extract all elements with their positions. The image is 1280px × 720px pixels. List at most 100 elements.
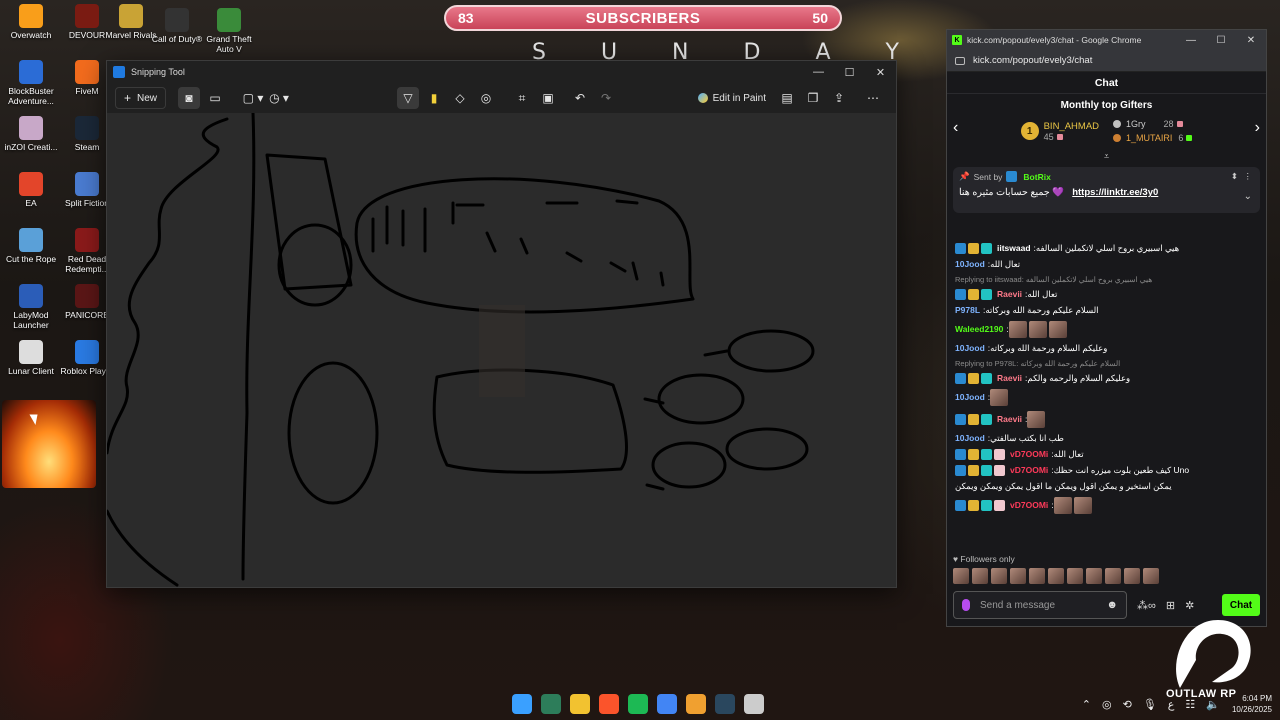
points-icon[interactable]: ⁂∞ bbox=[1137, 599, 1156, 612]
snipping-tool-icon[interactable] bbox=[744, 694, 764, 714]
chat-message[interactable]: vD7OOMi: bbox=[955, 497, 1258, 514]
chat-message[interactable]: 10Jood: تعال الله bbox=[955, 259, 1258, 270]
chevron-left-icon[interactable]: ‹ bbox=[953, 119, 958, 137]
site-info-icon[interactable] bbox=[955, 56, 965, 65]
message-input[interactable]: Send a message ☻ bbox=[953, 591, 1127, 619]
chat-username[interactable]: Raevii bbox=[997, 373, 1022, 384]
chat-username[interactable]: Raevii bbox=[997, 289, 1022, 300]
highlighter-button[interactable]: ▮ bbox=[423, 87, 445, 109]
chat-username[interactable]: iitswaad bbox=[997, 243, 1031, 254]
windows-start-icon[interactable] bbox=[512, 694, 532, 714]
brave-icon[interactable] bbox=[599, 694, 619, 714]
chevron-down-icon[interactable]: ⌄ bbox=[1244, 191, 1252, 202]
sync-icon[interactable]: ⟲ bbox=[1123, 698, 1132, 711]
chat-message[interactable]: P978L: السلام عليكم ورحمة الله وبركاته bbox=[955, 305, 1258, 316]
terminal-icon[interactable] bbox=[541, 694, 561, 714]
chat-message[interactable]: يمكن استخير و يمكن اقول ويمكن ما اقول يم… bbox=[955, 481, 1258, 492]
desktop-icon[interactable]: Call of Duty® bbox=[150, 8, 204, 44]
volume-icon[interactable]: 🔈 bbox=[1206, 698, 1220, 711]
quick-emote[interactable] bbox=[1143, 568, 1159, 584]
chat-username[interactable]: 10Jood bbox=[955, 259, 985, 270]
clock[interactable]: 6:04 PM 10/26/2025 bbox=[1232, 693, 1272, 715]
chat-username[interactable]: 10Jood bbox=[955, 392, 985, 403]
minimize-button[interactable]: — bbox=[803, 66, 834, 79]
network-icon[interactable]: ☷ bbox=[1185, 698, 1195, 711]
record-mode-button[interactable]: ▭ bbox=[204, 87, 226, 109]
reply-context[interactable]: Replying to P978L: السلام عليكم ورحمة ال… bbox=[955, 359, 1258, 368]
quick-emote[interactable] bbox=[1010, 568, 1026, 584]
chat-username[interactable]: vD7OOMi bbox=[1010, 449, 1048, 460]
maximize-button[interactable]: ☐ bbox=[834, 66, 865, 79]
emoji-icon[interactable]: ☻ bbox=[1106, 599, 1118, 611]
chat-message[interactable]: Waleed2190: bbox=[955, 321, 1258, 338]
chrome-icon[interactable] bbox=[657, 694, 677, 714]
quick-emote[interactable] bbox=[1067, 568, 1083, 584]
crop-button[interactable]: ⌗ bbox=[511, 87, 533, 109]
desktop-icon[interactable]: EA bbox=[4, 172, 58, 208]
file-explorer-icon[interactable] bbox=[570, 694, 590, 714]
chat-message[interactable]: 10Jood: طب انا بكتب سالفتي bbox=[955, 433, 1258, 444]
eraser-button[interactable]: ◇ bbox=[449, 87, 471, 109]
snip-shape-dropdown[interactable]: ▢ ▾ bbox=[242, 87, 264, 109]
undo-button[interactable]: ↶ bbox=[569, 87, 591, 109]
desktop-icon[interactable]: Cut the Rope bbox=[4, 228, 58, 264]
chat-username[interactable]: vD7OOMi bbox=[1010, 500, 1048, 511]
quick-emote[interactable] bbox=[1105, 568, 1121, 584]
chat-message[interactable]: iitswaad: هيي اسبيري بروح اسلي لاتكملين … bbox=[955, 243, 1258, 254]
mic-icon[interactable] bbox=[962, 599, 970, 611]
spotify-icon[interactable] bbox=[628, 694, 648, 714]
discord-icon[interactable] bbox=[686, 694, 706, 714]
gift-shop-icon[interactable]: ⊞ bbox=[1166, 599, 1175, 612]
chrome-titlebar[interactable]: K kick.com/popout/evely3/chat - Google C… bbox=[947, 30, 1266, 50]
quick-emote[interactable] bbox=[1086, 568, 1102, 584]
snipping-tool-titlebar[interactable]: Snipping Tool — ☐ ✕ bbox=[107, 61, 896, 83]
quick-emote[interactable] bbox=[953, 568, 969, 584]
chat-username[interactable]: Raevii bbox=[997, 414, 1022, 425]
steam-icon[interactable] bbox=[715, 694, 735, 714]
close-button[interactable]: ✕ bbox=[865, 66, 896, 79]
chat-message[interactable]: Raevii: تعال الله bbox=[955, 289, 1258, 300]
quick-emote[interactable] bbox=[1029, 568, 1045, 584]
desktop-icon[interactable]: Lunar Client bbox=[4, 340, 58, 376]
text-actions-button[interactable]: ▣ bbox=[537, 87, 559, 109]
language-indicator[interactable]: ع bbox=[1168, 698, 1175, 711]
desktop-icon[interactable]: Overwatch bbox=[4, 4, 58, 40]
chat-username[interactable]: 10Jood bbox=[955, 433, 985, 444]
more-vertical-icon[interactable]: ⋮ bbox=[1244, 171, 1253, 182]
new-snip-button[interactable]: + New bbox=[115, 87, 167, 109]
save-button[interactable]: ▤ bbox=[776, 87, 798, 109]
chevron-up-icon[interactable]: ⌃ bbox=[1082, 698, 1091, 711]
quick-emote[interactable] bbox=[1124, 568, 1140, 584]
chat-username[interactable]: Waleed2190 bbox=[955, 324, 1003, 335]
desktop-icon[interactable]: BlockBuster Adventure... bbox=[4, 60, 58, 106]
pinned-link[interactable]: https://linktr.ee/3y0 bbox=[1072, 187, 1158, 198]
chat-message[interactable]: 10Jood: bbox=[955, 389, 1258, 406]
shapes-button[interactable]: ◎ bbox=[475, 87, 497, 109]
desktop-icon[interactable]: Grand Theft Auto V bbox=[202, 8, 256, 54]
chrome-maximize-button[interactable]: ☐ bbox=[1206, 35, 1236, 46]
chat-message[interactable]: Raevii: bbox=[955, 411, 1258, 428]
quick-emote[interactable] bbox=[1048, 568, 1064, 584]
edit-in-paint-button[interactable]: Edit in Paint bbox=[697, 93, 766, 104]
quick-emote[interactable] bbox=[991, 568, 1007, 584]
chat-message-list[interactable]: iitswaad: هيي اسبيري بروح اسلي لاتكملين … bbox=[947, 238, 1266, 556]
chat-message[interactable]: vD7OOMi: تعال الله bbox=[955, 449, 1258, 460]
tray-app-icon[interactable]: ◎ bbox=[1102, 698, 1112, 711]
pen-tool-button[interactable]: ▽ bbox=[397, 87, 419, 109]
redo-button[interactable]: ↷ bbox=[595, 87, 617, 109]
chat-username[interactable]: vD7OOMi bbox=[1010, 465, 1048, 476]
chat-message[interactable]: 10Jood: وعليكم السلام ورحمة الله وبركاته bbox=[955, 343, 1258, 354]
share-button[interactable]: ⇪ bbox=[828, 87, 850, 109]
settings-gear-icon[interactable]: ✲ bbox=[1185, 599, 1194, 612]
desktop-icon[interactable]: inZOI Creati... bbox=[4, 116, 58, 152]
screenshot-mode-button[interactable]: ◙ bbox=[178, 87, 201, 109]
chrome-minimize-button[interactable]: — bbox=[1176, 35, 1206, 46]
chat-message[interactable]: Raevii: وعليكم السلام والرحمه والكم bbox=[955, 373, 1258, 384]
chat-username[interactable]: 10Jood bbox=[955, 343, 985, 354]
address-bar[interactable]: kick.com/popout/evely3/chat bbox=[947, 50, 1266, 72]
copy-button[interactable]: ❐ bbox=[802, 87, 824, 109]
chat-send-button[interactable]: Chat bbox=[1222, 594, 1260, 616]
quick-emote[interactable] bbox=[972, 568, 988, 584]
delay-dropdown[interactable]: ◷ ▾ bbox=[268, 87, 290, 109]
pin-icon[interactable]: ⬍ bbox=[1231, 171, 1238, 182]
